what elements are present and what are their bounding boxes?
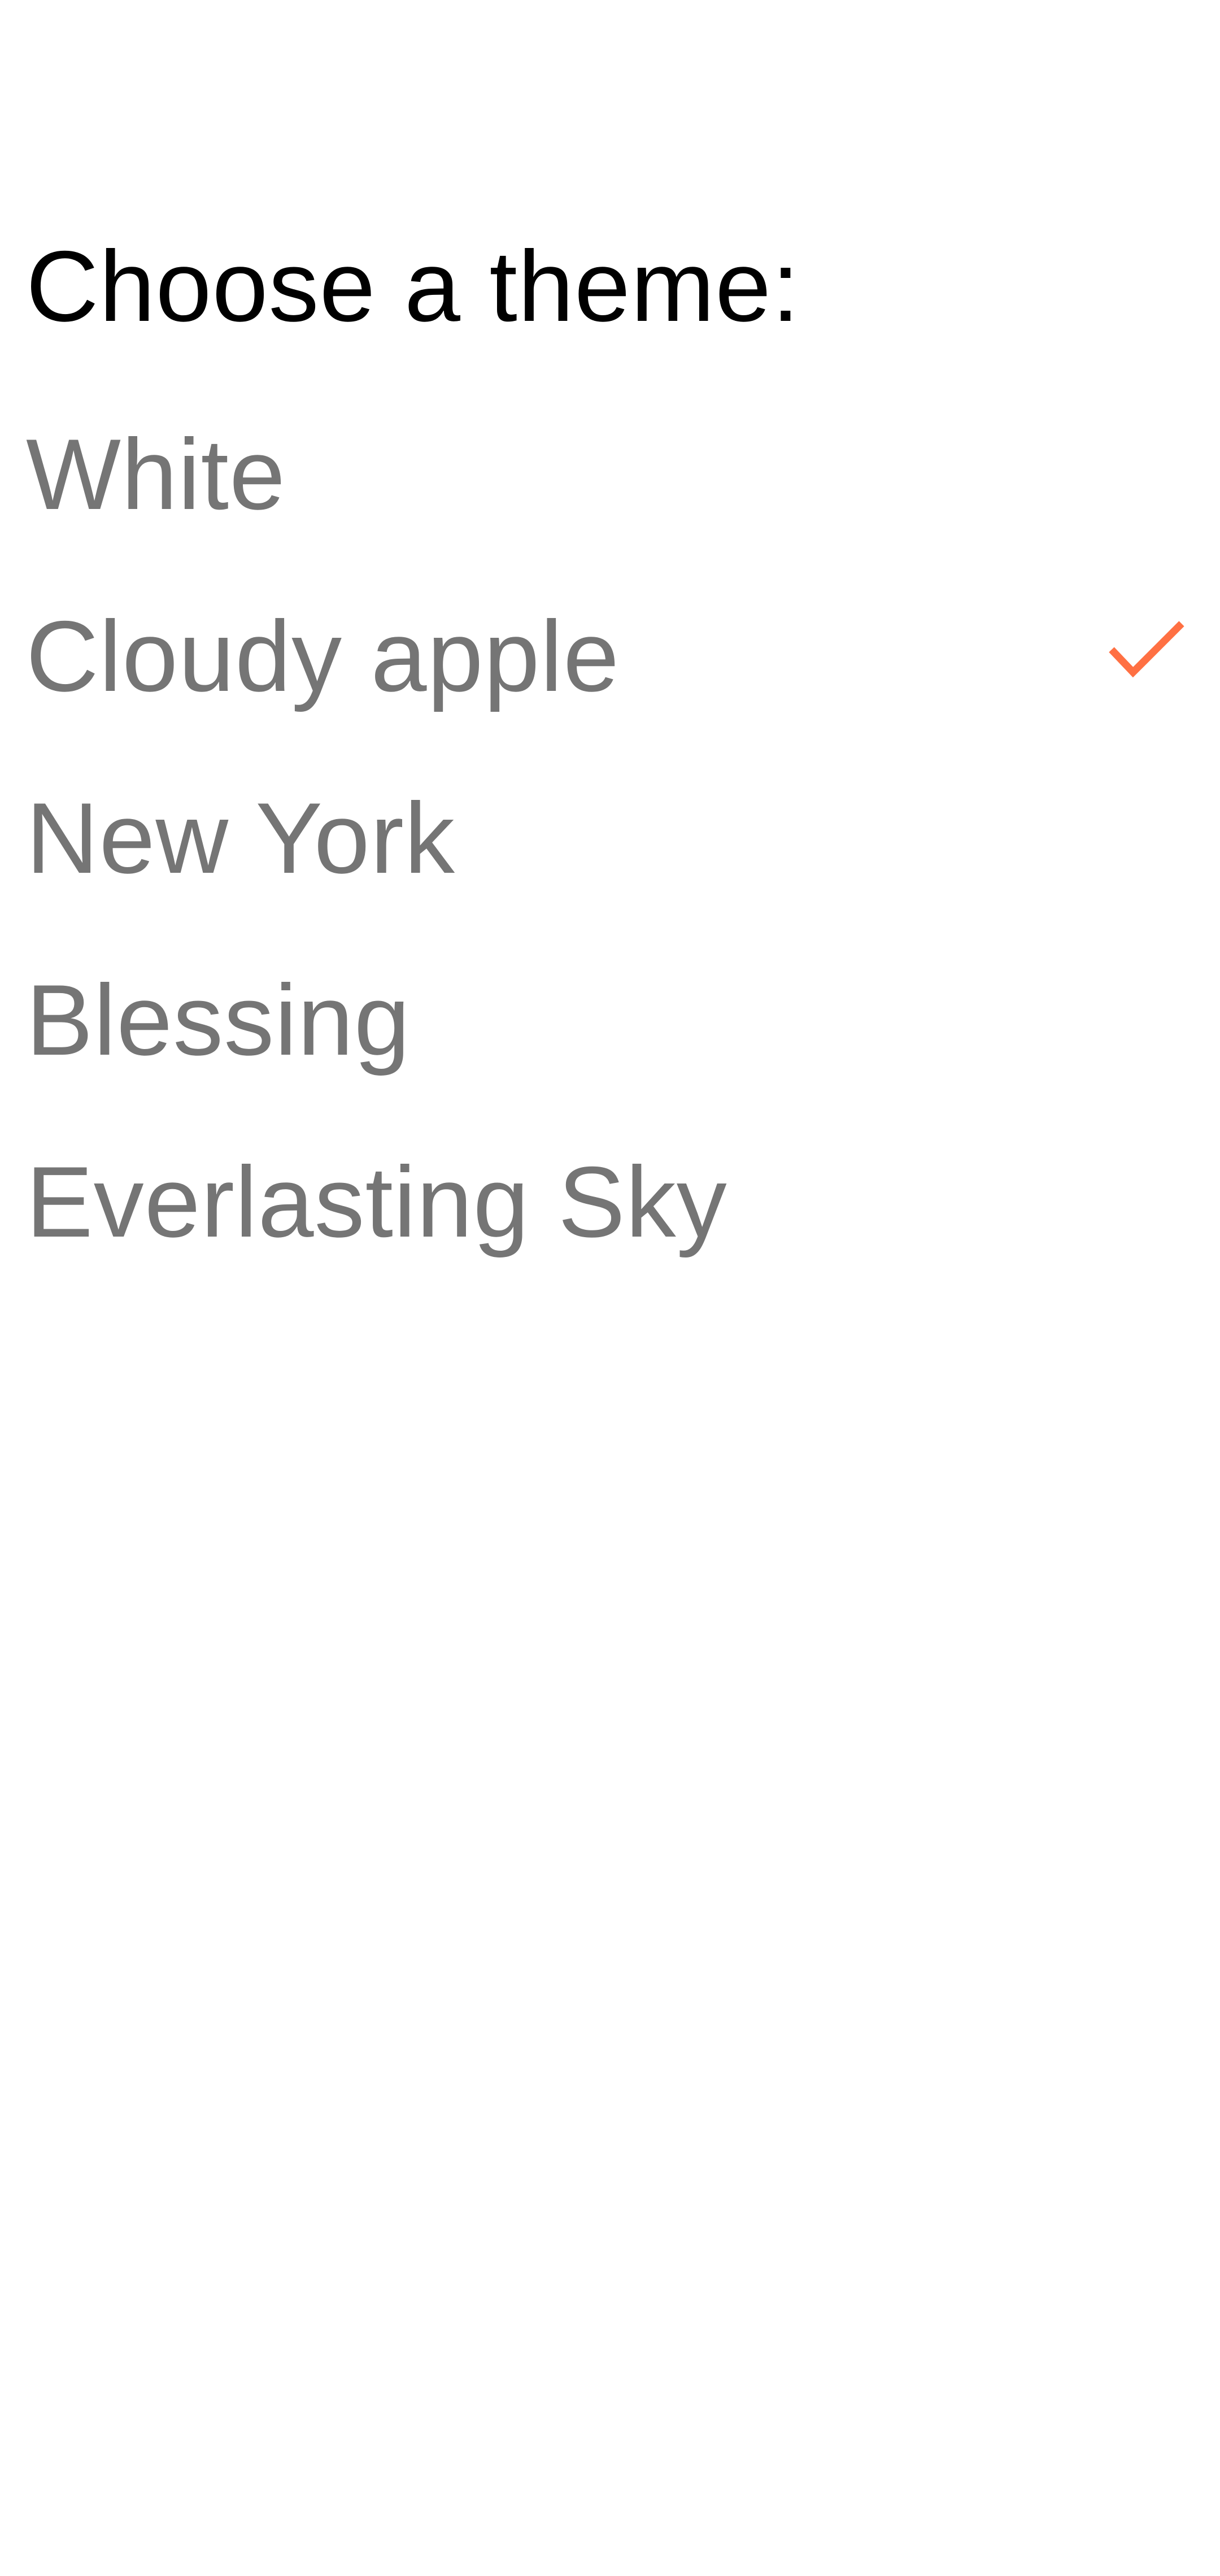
theme-option-blessing[interactable]: Blessing	[0, 930, 1220, 1112]
theme-option-white[interactable]: White	[0, 384, 1220, 566]
theme-option-everlasting-sky[interactable]: Everlasting Sky	[0, 1112, 1220, 1294]
checkmark-icon	[1109, 621, 1184, 678]
theme-option-label: White	[26, 418, 286, 530]
theme-option-label: Blessing	[26, 964, 411, 1076]
theme-option-label: Cloudy apple	[26, 600, 620, 712]
theme-option-label: Everlasting Sky	[26, 1146, 727, 1258]
theme-list: White Cloudy apple New York Blessing Eve…	[0, 384, 1220, 1294]
theme-picker-screen: Choose a theme: White Cloudy apple New Y…	[0, 0, 1220, 2576]
page-title: Choose a theme:	[26, 230, 800, 342]
theme-option-label: New York	[26, 782, 455, 894]
theme-option-cloudy-apple[interactable]: Cloudy apple	[0, 566, 1220, 748]
theme-option-new-york[interactable]: New York	[0, 748, 1220, 930]
